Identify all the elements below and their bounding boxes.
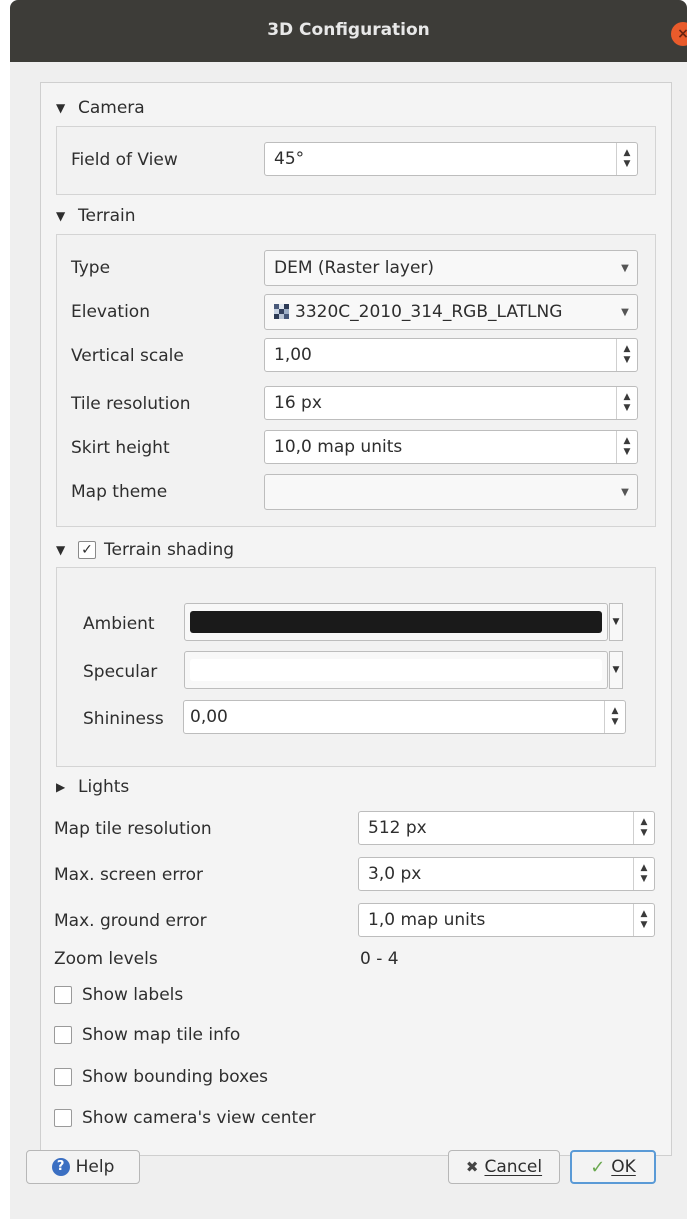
spin-arrows-icon[interactable]: ▲ ▼ <box>616 143 637 175</box>
skirt-height-value: 10,0 map units <box>274 437 403 457</box>
map-tile-resolution-value: 512 px <box>368 818 427 838</box>
cancel-label: Cancel <box>484 1157 543 1177</box>
help-button[interactable]: ? Help <box>26 1150 140 1184</box>
map-theme-label: Map theme <box>71 482 168 502</box>
cancel-button[interactable]: ✖ Cancel <box>448 1150 560 1184</box>
specular-color-button[interactable] <box>184 651 608 689</box>
elevation-value: 3320C_2010_314_RGB_LATLNG <box>295 302 563 322</box>
shininess-label: Shininess <box>83 709 164 729</box>
terrain-shading-label: Terrain shading <box>104 540 235 560</box>
chevron-down-icon: ▼ <box>621 306 629 318</box>
shininess-value: 0,00 <box>190 707 228 727</box>
ambient-label: Ambient <box>83 614 155 634</box>
show-map-tile-info-checkbox[interactable] <box>54 1026 72 1044</box>
max-ground-error-label: Max. ground error <box>54 911 207 931</box>
map-theme-combobox[interactable]: ▼ <box>264 474 638 510</box>
terrain-shading-header[interactable]: ▼ ✓ Terrain shading <box>56 540 234 560</box>
spin-arrows-icon[interactable]: ▲ ▼ <box>604 701 625 733</box>
fov-label: Field of View <box>71 150 178 170</box>
map-tile-resolution-label: Map tile resolution <box>54 819 212 839</box>
terrain-header-label: Terrain <box>78 206 136 226</box>
title-bar: 3D Configuration × <box>10 0 687 62</box>
show-labels-option[interactable]: Show labels <box>54 985 183 1005</box>
specular-dropdown-arrow-icon[interactable]: ▼ <box>609 651 623 689</box>
chevron-down-icon: ▼ <box>621 486 629 498</box>
show-map-tile-info-option[interactable]: Show map tile info <box>54 1025 240 1045</box>
collapse-triangle-icon: ▼ <box>56 209 66 223</box>
checkmark-icon: ✓ <box>590 1156 606 1178</box>
skirt-height-spinbox[interactable]: 10,0 map units ▲ ▼ <box>264 430 638 464</box>
camera-header-label: Camera <box>78 98 145 118</box>
ambient-color-button[interactable] <box>184 603 608 641</box>
vertical-scale-spinbox[interactable]: 1,00 ▲ ▼ <box>264 338 638 372</box>
map-tile-resolution-spinbox[interactable]: 512 px ▲ ▼ <box>358 811 655 845</box>
lights-section-header[interactable]: ▶ Lights <box>56 777 129 797</box>
elevation-combobox[interactable]: 3320C_2010_314_RGB_LATLNG ▼ <box>264 294 638 330</box>
chevron-down-icon: ▼ <box>621 262 629 274</box>
window-title: 3D Configuration <box>267 20 430 40</box>
lights-header-label: Lights <box>78 777 130 797</box>
expand-triangle-icon: ▶ <box>56 780 66 794</box>
max-screen-error-spinbox[interactable]: 3,0 px ▲ ▼ <box>358 857 655 891</box>
shininess-spinbox[interactable]: 0,00 ▲ ▼ <box>183 700 626 734</box>
zoom-levels-label: Zoom levels <box>54 949 158 969</box>
show-camera-view-center-option[interactable]: Show camera's view center <box>54 1108 316 1128</box>
spin-arrows-icon[interactable]: ▲ ▼ <box>616 431 637 463</box>
collapse-triangle-icon: ▼ <box>56 101 66 115</box>
show-labels-checkbox[interactable] <box>54 986 72 1004</box>
specular-label: Specular <box>83 662 158 682</box>
help-icon: ? <box>51 1158 70 1176</box>
show-bounding-boxes-label: Show bounding boxes <box>82 1067 269 1087</box>
max-screen-error-value: 3,0 px <box>368 864 422 884</box>
tile-resolution-label: Tile resolution <box>71 394 191 414</box>
elevation-label: Elevation <box>71 302 150 322</box>
collapse-triangle-icon: ▼ <box>56 543 66 557</box>
cancel-icon: ✖ <box>465 1158 479 1176</box>
max-ground-error-value: 1,0 map units <box>368 910 486 930</box>
vertical-scale-label: Vertical scale <box>71 346 184 366</box>
spin-arrows-icon[interactable]: ▲ ▼ <box>616 387 637 419</box>
skirt-height-label: Skirt height <box>71 438 170 458</box>
spin-arrows-icon[interactable]: ▲ ▼ <box>616 339 637 371</box>
show-labels-label: Show labels <box>82 985 184 1005</box>
tile-resolution-spinbox[interactable]: 16 px ▲ ▼ <box>264 386 638 420</box>
spin-arrows-icon[interactable]: ▲ ▼ <box>633 812 654 844</box>
show-camera-view-center-label: Show camera's view center <box>82 1108 316 1128</box>
ok-label: OK <box>611 1157 636 1177</box>
terrain-shading-checkbox[interactable]: ✓ <box>78 541 96 559</box>
show-map-tile-info-label: Show map tile info <box>82 1025 241 1045</box>
specular-color-swatch <box>190 659 602 681</box>
zoom-levels-value: 0 - 4 <box>360 949 399 969</box>
show-camera-view-center-checkbox[interactable] <box>54 1109 72 1127</box>
fov-value: 45° <box>274 149 305 169</box>
vertical-scale-value: 1,00 <box>274 345 312 365</box>
spin-arrows-icon[interactable]: ▲ ▼ <box>633 904 654 936</box>
terrain-section-header[interactable]: ▼ Terrain <box>56 206 136 226</box>
close-icon[interactable]: × <box>671 22 687 46</box>
max-ground-error-spinbox[interactable]: 1,0 map units ▲ ▼ <box>358 903 655 937</box>
type-value: DEM (Raster layer) <box>274 258 435 278</box>
ambient-dropdown-arrow-icon[interactable]: ▼ <box>609 603 623 641</box>
show-bounding-boxes-option[interactable]: Show bounding boxes <box>54 1067 268 1087</box>
raster-layer-icon <box>265 304 290 320</box>
spin-arrows-icon[interactable]: ▲ ▼ <box>633 858 654 890</box>
max-screen-error-label: Max. screen error <box>54 865 204 885</box>
type-combobox[interactable]: DEM (Raster layer) ▼ <box>264 250 638 286</box>
ambient-color-swatch <box>190 611 602 633</box>
tile-resolution-value: 16 px <box>274 393 322 413</box>
show-bounding-boxes-checkbox[interactable] <box>54 1068 72 1086</box>
camera-section-header[interactable]: ▼ Camera <box>56 98 145 118</box>
type-label: Type <box>71 258 111 278</box>
help-label: Help <box>75 1157 115 1177</box>
ok-button[interactable]: ✓ OK <box>570 1150 656 1184</box>
fov-spinbox[interactable]: 45° ▲ ▼ <box>264 142 638 176</box>
